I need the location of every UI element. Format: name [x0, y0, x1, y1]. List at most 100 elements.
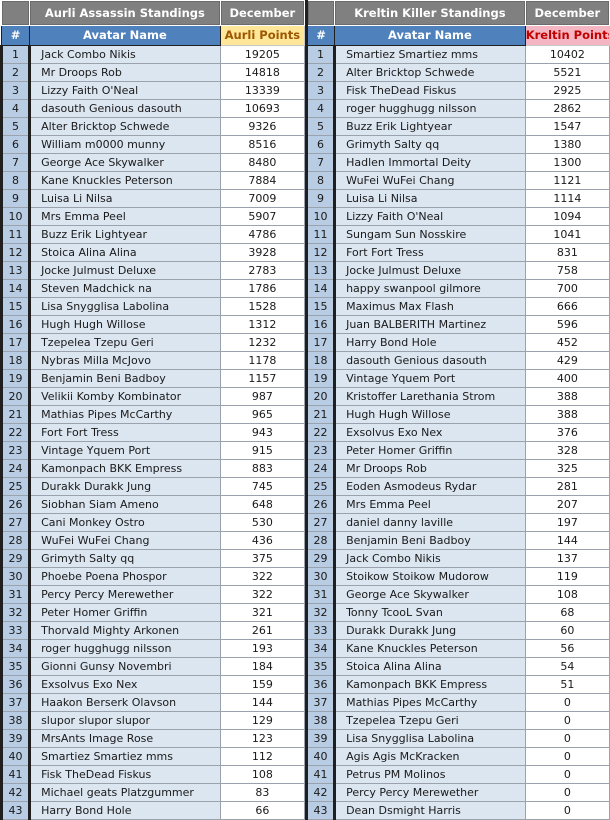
avatar-name-cell[interactable]: slupor slupor slupor — [29, 711, 221, 730]
rank-cell[interactable]: 18 — [304, 351, 337, 370]
avatar-name-cell[interactable]: Nybras Milla McJovo — [29, 351, 221, 370]
avatar-name-cell[interactable]: Benjamin Beni Badboy — [29, 369, 221, 388]
aurli-points-header[interactable]: Aurli Points — [219, 25, 306, 46]
avatar-name-cell[interactable]: Lizzy Faith O'Neal — [29, 81, 221, 100]
rank-cell[interactable]: 5 — [304, 117, 337, 136]
points-cell[interactable]: 0 — [524, 693, 610, 712]
rank-cell[interactable]: 40 — [0, 747, 32, 766]
aurli-table-title[interactable]: Aurli Assassin Standings — [29, 0, 221, 26]
points-cell[interactable]: 1528 — [219, 297, 306, 316]
points-cell[interactable]: 1786 — [219, 279, 306, 298]
rank-cell[interactable]: 32 — [304, 603, 337, 622]
rank-cell[interactable]: 38 — [304, 711, 337, 730]
rank-cell[interactable]: 22 — [304, 423, 337, 442]
avatar-name-cell[interactable]: Kane Knuckles Peterson — [29, 171, 221, 190]
avatar-name-cell[interactable]: Fisk TheDead Fiskus — [334, 81, 526, 100]
points-cell[interactable]: 943 — [219, 423, 306, 442]
avatar-name-cell[interactable]: Percy Percy Merewether — [29, 585, 221, 604]
points-cell[interactable]: 9326 — [219, 117, 306, 136]
points-cell[interactable]: 3928 — [219, 243, 306, 262]
rank-cell[interactable]: 38 — [0, 711, 32, 730]
rank-cell[interactable]: 6 — [304, 135, 337, 154]
rank-cell[interactable]: 1 — [0, 45, 32, 64]
points-cell[interactable]: 2783 — [219, 261, 306, 280]
avatar-name-cell[interactable]: Smartiez Smartiez mms — [29, 747, 221, 766]
points-cell[interactable]: 8516 — [219, 135, 306, 154]
avatar-name-cell[interactable]: dasouth Genious dasouth — [334, 351, 526, 370]
rank-cell[interactable]: 24 — [304, 459, 337, 478]
rank-cell[interactable]: 39 — [304, 729, 337, 748]
avatar-name-cell[interactable]: Fisk TheDead Fiskus — [29, 765, 221, 784]
avatar-name-cell[interactable]: Mrs Emma Peel — [29, 207, 221, 226]
points-cell[interactable]: 144 — [524, 531, 610, 550]
points-cell[interactable]: 0 — [524, 729, 610, 748]
points-cell[interactable]: 322 — [219, 585, 306, 604]
points-cell[interactable]: 144 — [219, 693, 306, 712]
rank-cell[interactable]: 32 — [0, 603, 32, 622]
rank-cell[interactable]: 21 — [0, 405, 32, 424]
avatar-name-cell[interactable]: Kamonpach BKK Empress — [334, 675, 526, 694]
rank-cell[interactable]: 23 — [304, 441, 337, 460]
rank-cell[interactable]: 42 — [304, 783, 337, 802]
avatar-name-cell[interactable]: Eoden Asmodeus Rydar — [334, 477, 526, 496]
avatar-name-cell[interactable]: Percy Percy Merewether — [334, 783, 526, 802]
rank-cell[interactable]: 41 — [304, 765, 337, 784]
avatar-name-cell[interactable]: Phoebe Poena Phospor — [29, 567, 221, 586]
rank-cell[interactable]: 12 — [304, 243, 337, 262]
points-cell[interactable]: 596 — [524, 315, 610, 334]
rank-cell[interactable]: 34 — [0, 639, 32, 658]
rank-cell[interactable]: 9 — [0, 189, 32, 208]
avatar-name-cell[interactable]: Sungam Sun Nosskire — [334, 225, 526, 244]
points-cell[interactable]: 700 — [524, 279, 610, 298]
avatar-name-cell[interactable]: Buzz Erik Lightyear — [334, 117, 526, 136]
rank-cell[interactable]: 18 — [0, 351, 32, 370]
avatar-name-cell[interactable]: Vintage Yquem Port — [29, 441, 221, 460]
avatar-name-cell[interactable]: Hugh Hugh Willose — [29, 315, 221, 334]
avatar-name-cell[interactable]: Siobhan Siam Ameno — [29, 495, 221, 514]
aurli-month-label[interactable]: December — [219, 0, 306, 26]
avatar-name-cell[interactable]: Haakon Berserk Olavson — [29, 693, 221, 712]
avatar-name-cell[interactable]: dasouth Genious dasouth — [29, 99, 221, 118]
rank-cell[interactable]: 5 — [0, 117, 32, 136]
avatar-name-cell[interactable]: WuFei WuFei Chang — [29, 531, 221, 550]
points-cell[interactable]: 137 — [524, 549, 610, 568]
points-cell[interactable]: 129 — [219, 711, 306, 730]
avatar-name-cell[interactable]: Grimyth Salty qq — [29, 549, 221, 568]
rank-cell[interactable]: 9 — [304, 189, 337, 208]
points-cell[interactable]: 1380 — [524, 135, 610, 154]
avatar-name-cell[interactable]: William m0000 munny — [29, 135, 221, 154]
avatar-name-cell[interactable]: Lisa Snygglisa Labolina — [334, 729, 526, 748]
points-cell[interactable]: 2862 — [524, 99, 610, 118]
rank-cell[interactable]: 15 — [304, 297, 337, 316]
points-cell[interactable]: 883 — [219, 459, 306, 478]
points-cell[interactable]: 281 — [524, 477, 610, 496]
points-cell[interactable]: 159 — [219, 675, 306, 694]
rank-cell[interactable]: 21 — [304, 405, 337, 424]
points-cell[interactable]: 831 — [524, 243, 610, 262]
points-cell[interactable]: 452 — [524, 333, 610, 352]
rank-cell[interactable]: 28 — [304, 531, 337, 550]
points-cell[interactable]: 325 — [524, 459, 610, 478]
avatar-name-cell[interactable]: Benjamin Beni Badboy — [334, 531, 526, 550]
avatar-name-cell[interactable]: Hadlen Immortal Deity — [334, 153, 526, 172]
points-cell[interactable]: 1041 — [524, 225, 610, 244]
avatar-name-cell[interactable]: Juan BALBERITH Martinez — [334, 315, 526, 334]
points-cell[interactable]: 66 — [219, 801, 306, 820]
rank-cell[interactable]: 13 — [304, 261, 337, 280]
points-cell[interactable]: 108 — [219, 765, 306, 784]
points-cell[interactable]: 915 — [219, 441, 306, 460]
avatar-name-cell[interactable]: Mathias Pipes McCarthy — [334, 693, 526, 712]
points-cell[interactable]: 1157 — [219, 369, 306, 388]
rank-cell[interactable]: 27 — [304, 513, 337, 532]
rank-cell[interactable]: 19 — [304, 369, 337, 388]
points-cell[interactable]: 7884 — [219, 171, 306, 190]
rank-cell[interactable]: 17 — [0, 333, 32, 352]
points-cell[interactable]: 965 — [219, 405, 306, 424]
rank-cell[interactable]: 34 — [304, 639, 337, 658]
points-cell[interactable]: 51 — [524, 675, 610, 694]
points-cell[interactable]: 5521 — [524, 63, 610, 82]
avatar-name-cell[interactable]: Luisa Li Nilsa — [334, 189, 526, 208]
rank-cell[interactable]: 39 — [0, 729, 32, 748]
points-cell[interactable]: 112 — [219, 747, 306, 766]
avatar-name-cell[interactable]: Durakk Durakk Jung — [29, 477, 221, 496]
